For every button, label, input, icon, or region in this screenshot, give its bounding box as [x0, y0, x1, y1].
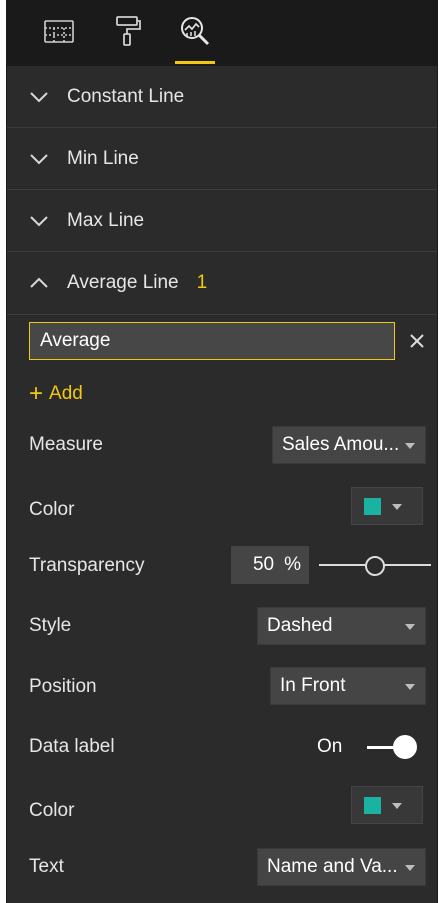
tab-analytics[interactable] — [167, 0, 223, 66]
style-value: Dashed — [267, 615, 333, 636]
measure-value: Sales Amou... — [282, 434, 400, 455]
chevron-down-icon — [30, 91, 48, 102]
caret-down-icon — [392, 504, 402, 510]
tab-format[interactable] — [99, 0, 155, 66]
paint-roller-icon — [109, 13, 145, 54]
label-color-picker[interactable] — [351, 786, 423, 824]
section-min-line[interactable]: Min Line — [7, 128, 437, 190]
color-swatch — [364, 498, 381, 515]
add-line-button[interactable]: + Add — [29, 380, 83, 408]
section-title-wrap: Average Line 1 — [67, 272, 207, 294]
analytics-magnifier-icon — [177, 13, 213, 54]
position-value: In Front — [280, 675, 346, 696]
text-dropdown[interactable]: Name and Va... — [257, 848, 426, 886]
position-dropdown[interactable]: In Front — [270, 667, 426, 705]
analytics-pane: Constant Line Min Line Max Line Average … — [6, 0, 438, 903]
toggle-state-text: On — [317, 736, 343, 757]
close-icon[interactable] — [406, 330, 428, 352]
text-label: Text — [29, 856, 64, 877]
transparency-slider[interactable] — [319, 552, 431, 578]
count-badge: 1 — [196, 272, 208, 293]
toggle-knob — [393, 735, 417, 759]
chevron-down-icon — [30, 153, 48, 164]
slider-thumb[interactable] — [365, 556, 385, 576]
section-title: Max Line — [67, 209, 145, 231]
color-label: Color — [29, 499, 75, 520]
label-color-label: Color — [29, 800, 75, 821]
plus-icon: + — [29, 380, 44, 407]
section-average-line[interactable]: Average Line 1 — [7, 252, 437, 315]
data-label-toggle[interactable] — [367, 733, 417, 761]
transparency-unit: % — [284, 554, 301, 575]
section-title: Min Line — [67, 147, 139, 169]
add-label: Add — [49, 383, 83, 404]
line-name-input[interactable]: Average — [29, 322, 395, 360]
caret-down-icon — [405, 865, 415, 871]
measure-dropdown[interactable]: Sales Amou... — [272, 426, 426, 464]
position-label: Position — [29, 676, 97, 697]
caret-down-icon — [405, 624, 415, 630]
label-color-swatch — [364, 797, 381, 814]
section-title: Constant Line — [67, 85, 185, 107]
color-picker[interactable] — [351, 487, 423, 525]
section-max-line[interactable]: Max Line — [7, 190, 437, 252]
chevron-down-icon — [30, 215, 48, 226]
style-label: Style — [29, 615, 72, 636]
pane-tab-bar — [7, 0, 437, 66]
transparency-value: 50 — [252, 554, 275, 575]
style-dropdown[interactable]: Dashed — [257, 607, 426, 645]
section-title: Average Line — [67, 272, 179, 293]
caret-down-icon — [392, 803, 402, 809]
caret-down-icon — [405, 443, 415, 449]
data-label-label: Data label — [29, 736, 115, 757]
transparency-label: Transparency — [29, 555, 145, 576]
chevron-up-icon — [30, 277, 48, 288]
tab-fields[interactable] — [31, 0, 87, 66]
fields-grid-icon — [41, 13, 77, 54]
transparency-input[interactable]: 50 % — [231, 546, 309, 584]
caret-down-icon — [405, 684, 415, 690]
measure-label: Measure — [29, 434, 103, 455]
section-constant-line[interactable]: Constant Line — [7, 66, 437, 128]
text-value: Name and Va... — [267, 856, 398, 877]
active-tab-indicator — [175, 61, 215, 64]
